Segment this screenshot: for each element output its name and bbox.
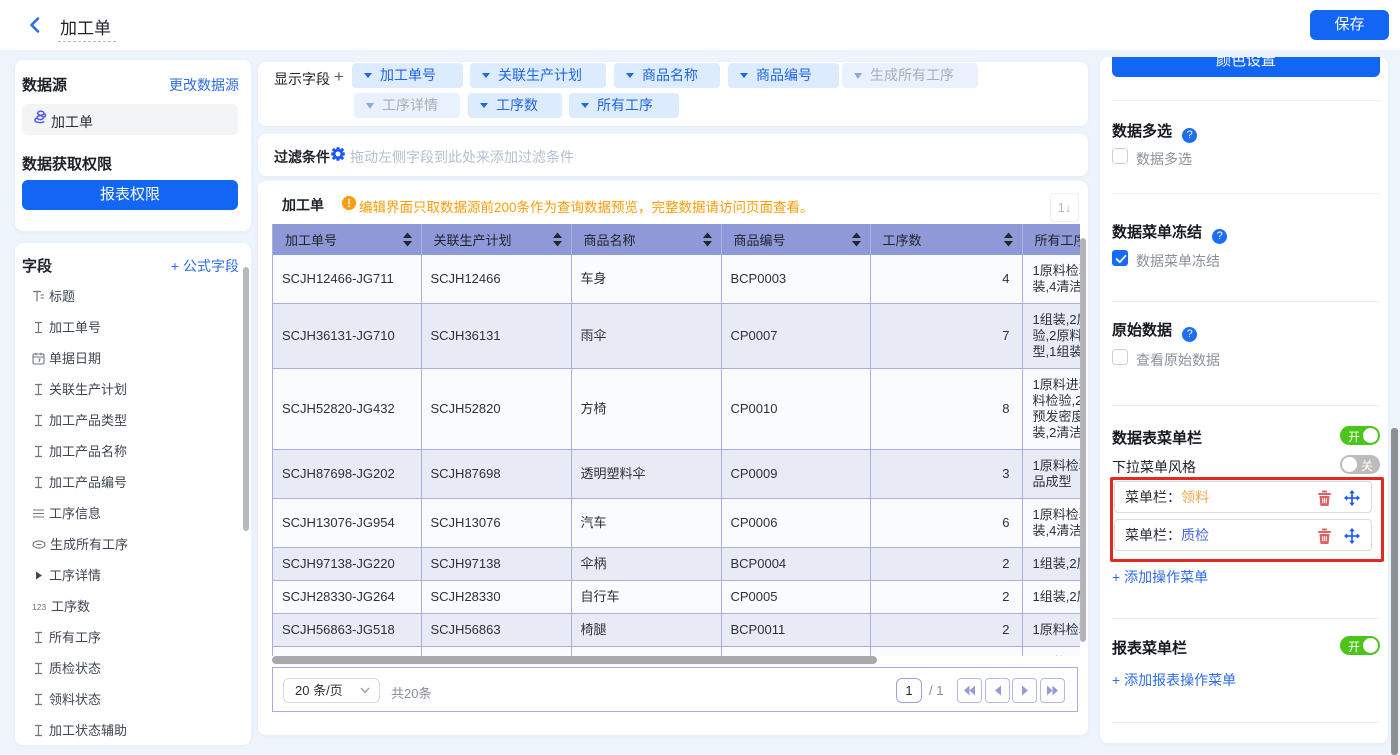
svg-text:123: 123 xyxy=(32,602,46,612)
